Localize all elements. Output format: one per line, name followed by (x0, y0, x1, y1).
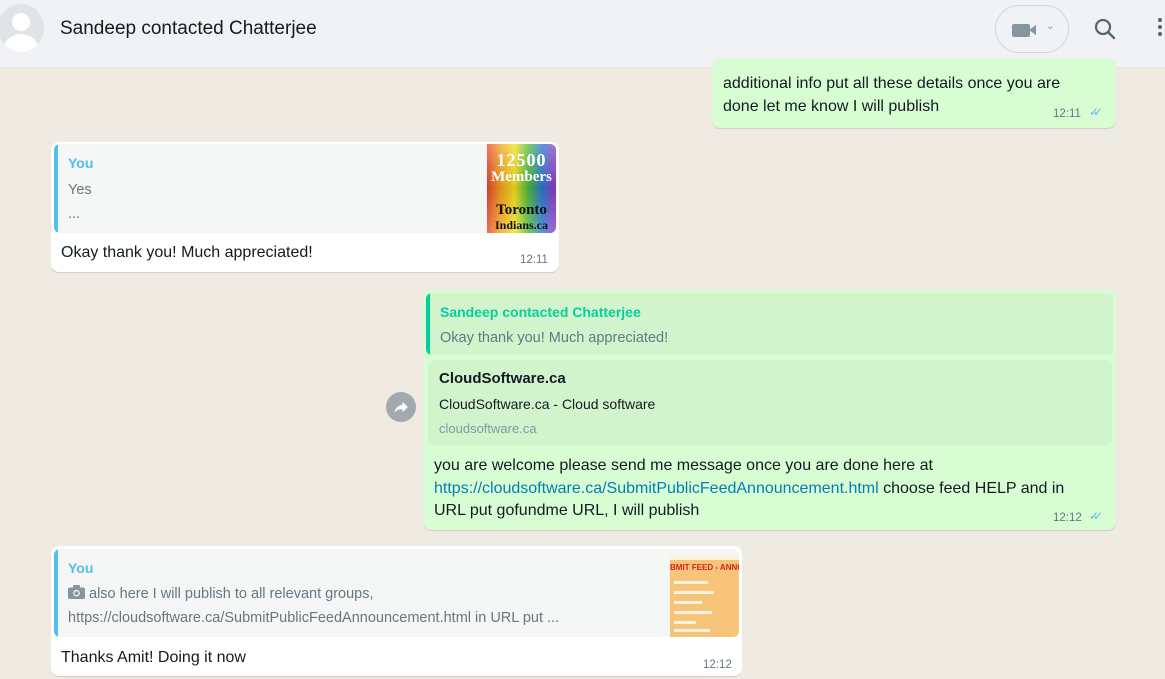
message-time: 12:11 (1053, 108, 1081, 120)
quote-thumbnail: BMIT FEED - ANNOU (670, 555, 739, 637)
message-text: additional info put all these details on… (723, 75, 1061, 92)
thumbnail-text: BMIT FEED - ANNOU (670, 563, 739, 572)
message-text: done let me know I will publish (723, 98, 940, 115)
quoted-message[interactable]: You Yes ... 12500 Members Toronto Indian… (54, 144, 556, 233)
quote-text: Yes (68, 182, 92, 198)
message-link[interactable]: https://cloudsoftware.ca/SubmitPublicFee… (434, 480, 879, 497)
quoted-message[interactable]: Sandeep contacted Chatterjee Okay thank … (426, 293, 1113, 355)
message-text: URL put gofundme URL, I will publish (434, 502, 700, 519)
message-time: 12:11 (520, 254, 548, 266)
contact-avatar[interactable] (0, 4, 44, 52)
video-camera-icon (1012, 24, 1030, 37)
search-icon[interactable] (1093, 17, 1117, 41)
thumbnail-text: Indians.ca (494, 218, 549, 232)
quote-text: ... (68, 206, 81, 222)
message-text: choose feed HELP and in (878, 480, 1065, 497)
link-preview-domain: cloudsoftware.ca (439, 421, 537, 436)
thumbnail-text: 12500 (496, 150, 547, 170)
read-ticks-icon: ✓✓ (1089, 509, 1103, 523)
incoming-message[interactable]: You Yes ... 12500 Members Toronto Indian… (51, 142, 559, 272)
quoted-message[interactable]: You also here I will publish to all rele… (54, 549, 739, 637)
thumbnail-text: Members (491, 169, 552, 185)
camera-icon (68, 585, 85, 599)
outgoing-message[interactable]: Sandeep contacted Chatterjee Okay thank … (423, 290, 1116, 530)
quote-author: You (68, 155, 94, 171)
message-text: Okay thank you! Much appreciated! (61, 244, 313, 261)
message-time: 12:12 (703, 659, 732, 671)
message-time: 12:12 (1053, 512, 1082, 524)
link-preview[interactable]: CloudSoftware.ca CloudSoftware.ca - Clou… (428, 360, 1112, 445)
quote-text: https://cloudsoftware.ca/SubmitPublicFee… (68, 610, 560, 626)
message-text: Thanks Amit! Doing it now (61, 649, 246, 666)
quote-text-line: also here I will publish to all relevant… (68, 584, 374, 604)
quote-author: Sandeep contacted Chatterjee (440, 304, 641, 320)
outgoing-message[interactable]: additional info put all these details on… (712, 58, 1116, 128)
thumbnail-text: Toronto (496, 202, 547, 218)
message-text: you are welcome please send me message o… (434, 457, 933, 474)
link-preview-description: CloudSoftware.ca - Cloud software (439, 396, 656, 412)
quote-text: Okay thank you! Much appreciated! (440, 330, 669, 346)
video-call-button[interactable]: ⌄ (995, 5, 1069, 53)
quote-text: also here I will publish to all relevant… (89, 586, 374, 602)
quote-thumbnail: 12500 Members Toronto Indians.ca (487, 144, 556, 233)
chat-title[interactable]: Sandeep contacted Chatterjee (60, 18, 317, 40)
link-preview-title: CloudSoftware.ca (439, 370, 566, 387)
forward-icon[interactable] (386, 392, 416, 422)
chevron-down-icon: ⌄ (1046, 21, 1055, 32)
menu-dots-icon[interactable] (1156, 18, 1165, 40)
incoming-message[interactable]: You also here I will publish to all rele… (51, 546, 742, 676)
message-text-line: https://cloudsoftware.ca/SubmitPublicFee… (434, 477, 1064, 500)
quote-author: You (68, 560, 94, 576)
read-ticks-icon: ✓✓ (1089, 105, 1103, 119)
